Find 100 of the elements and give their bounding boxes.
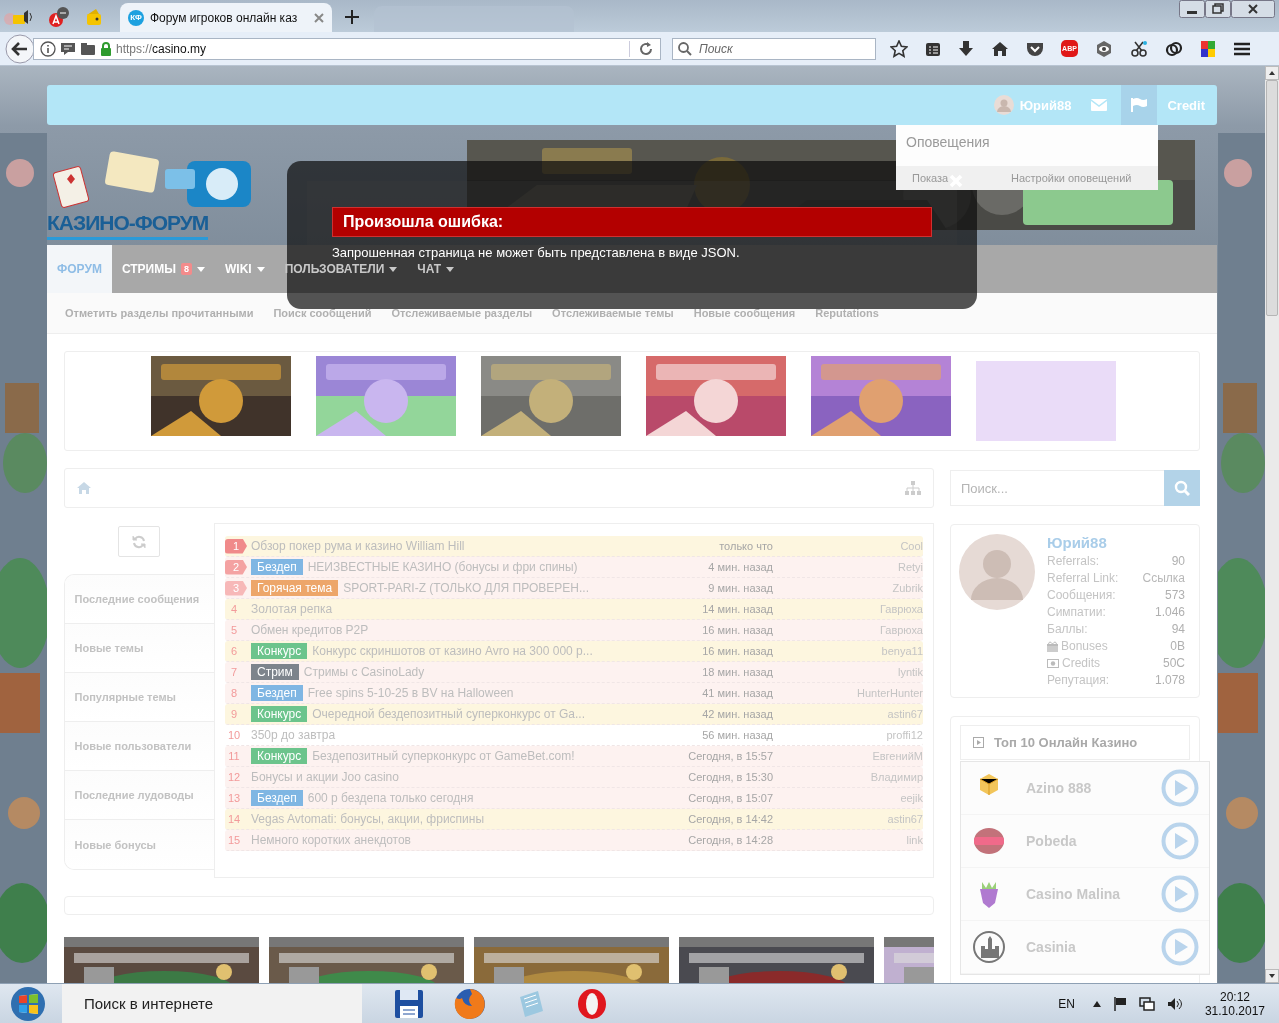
search-field[interactable]: Поиск [672,37,876,60]
author-link[interactable]: Cool [773,540,923,552]
nav-tab[interactable]: ФОРУМ [47,245,112,293]
info-icon[interactable] [40,40,56,57]
topic-title-link[interactable]: Бездепозитный суперконкурс от GameBet.com! [312,749,575,763]
author-link[interactable]: proffi12 [773,729,923,741]
star-icon[interactable] [890,39,908,58]
topic-row[interactable]: 5 Обмен кредитов P2P 16 мин. назад Гаврюха [225,620,923,641]
nav-tab[interactable]: WIKI [215,262,275,276]
author-link[interactable]: astin67 [773,708,923,720]
network-icon[interactable] [1138,996,1155,1011]
topic-title-link[interactable]: 600 р бездепа только сегодня [307,791,474,805]
author-link[interactable]: HunterHunter [773,687,923,699]
scroll-up-icon[interactable] [1265,66,1279,80]
author-link[interactable]: Zubrik [773,582,923,594]
subnav-link[interactable]: Отметить разделы прочитанными [65,307,254,319]
scrollbar[interactable] [1265,66,1279,983]
colored-grid-icon[interactable] [1200,39,1216,58]
flag-icon[interactable] [1112,996,1127,1011]
new-tab-icon[interactable] [344,9,360,25]
topic-row[interactable]: 6 Конкурс Конкурс скриншотов от казино Avro на 300 000 р... 16 мин. назад benya11 [225,641,923,662]
clock[interactable]: 20:12 31.10.2017 [1204,989,1265,1018]
topic-row[interactable]: 15 Немного коротких анекдотов Сегодня, в 14:28 link [225,830,923,851]
author-link[interactable]: Retyi [773,561,923,573]
fox-icon[interactable] [454,987,486,1020]
author-link[interactable]: Гаврюха [773,624,923,636]
letter-a-icon[interactable] [48,6,70,28]
close-icon[interactable] [314,12,324,23]
subnav-link[interactable]: Новые сообщения [693,307,796,319]
browser-tab[interactable]: КФ Форум игроков онлайн каз [120,3,332,32]
author-link[interactable]: ЕвгенийМ [773,750,923,762]
caret-up-icon[interactable] [1092,1000,1101,1007]
scissors-icon[interactable] [1130,39,1148,58]
topic-title-link[interactable]: 350р до завтра [251,728,336,742]
back-icon[interactable] [5,33,35,64]
topic-row[interactable]: 14 Vegas Avtomati: бонусы, акции, фриспины Сегодня, в 14:42 astin67 [225,809,923,830]
scroll-down-icon[interactable] [1265,969,1279,983]
topic-title-link[interactable]: SPORT-PARI-Z (ТОЛЬКО ДЛЯ ПРОВЕРЕН... [343,581,589,595]
author-link[interactable]: link [773,834,923,846]
topic-title-link[interactable]: Немного коротких анекдотов [251,833,411,847]
folder-icon[interactable] [80,41,96,56]
topic-title-link[interactable]: Конкурс скриншотов от казино Avro на 300 000 р... [312,644,593,658]
topic-title-link[interactable]: Золотая репка [251,602,333,616]
topic-title-link[interactable]: Vegas Avtomati: бонусы, акции, фриспины [251,812,485,826]
eye-icon[interactable] [1095,39,1113,58]
address-field[interactable]: https://casino.my [33,37,661,60]
nav-tab[interactable]: СТРИМЫ 8 [111,262,215,276]
topic-row[interactable]: 2 Бездеп НЕИЗВЕСТНЫЕ КАЗИНО (бонусы и фри спины) 4 мин. назад Retyi [225,557,923,578]
topic-row[interactable]: 1 Обзор покер рума и казино William Hill только что Cool [225,536,923,557]
author-link[interactable]: Гаврюха [773,603,923,615]
author-link[interactable]: astin67 [773,813,923,825]
topic-row[interactable]: 9 Конкурс Очередной бездепозитный суперконкурс от Ga... 42 мин. назад astin67 [225,704,923,725]
topic-title-link[interactable]: Обзор покер рума и казино William Hill [251,539,465,553]
pocket-icon[interactable] [1026,40,1044,57]
letter-o-icon[interactable] [576,987,608,1020]
topic-row[interactable]: 3 Горячая тема SPORT-PARI-Z (ТОЛЬКО ДЛЯ ПРОВЕРЕН... 9 мин. назад Zubrik [225,578,923,599]
show-all-link[interactable]: Показа [912,172,1011,184]
prefix-tag[interactable]: Бездеп [251,685,303,701]
topic-row[interactable]: 11 Конкурс Бездепозитный суперконкурс от GameBet.com! Сегодня, в 15:57 ЕвгенийМ [225,746,923,767]
close-icon[interactable] [1231,0,1275,18]
subnav-link[interactable]: Поиск сообщений [273,307,372,319]
site-logo[interactable]: КАЗИНО-ФОРУМ [47,209,209,240]
scroll-thumb[interactable] [1266,80,1278,316]
topic-row[interactable]: 8 Бездеп Free spins 5-10-25 в BV на Halloween 41 мин. назад HunterHunter [225,683,923,704]
prefix-tag[interactable]: Горячая тема [251,580,339,596]
author-link[interactable]: eejik [773,792,923,804]
author-link[interactable]: Владимир [773,771,923,783]
author-link[interactable]: benya11 [773,645,923,657]
language-indicator[interactable]: EN [1058,996,1075,1011]
taskbar-search-field[interactable]: Поиск в интернете [62,983,362,1023]
minimize-icon[interactable] [1179,0,1205,18]
speaker-icon[interactable] [4,7,34,27]
prefix-tag[interactable]: Конкурс [251,706,308,722]
subnav-link[interactable]: Reputations [815,307,879,319]
download-icon[interactable] [958,39,974,58]
chain-icon[interactable] [1165,39,1183,58]
profile-name-link[interactable]: Юрий88 [1047,534,1185,551]
topic-title-link[interactable]: Очередной бездепозитный суперконкурс от Ga... [312,707,586,721]
topic-title-link[interactable]: Бонусы и акции Joo casino [251,770,399,784]
restore-icon[interactable] [1205,0,1231,18]
username-link[interactable]: Юрий88 [1019,97,1072,113]
prefix-tag[interactable]: Бездеп [251,790,303,806]
topic-title-link[interactable]: Free spins 5-10-25 в BV на Halloween [307,686,514,700]
prefix-tag[interactable]: Стрим [251,664,299,680]
subnav-link[interactable]: Отслеживаемые темы [552,307,674,319]
topic-title-link[interactable]: НЕИЗВЕСТНЫЕ КАЗИНО (бонусы и фри спины) [307,560,578,574]
topic-row[interactable]: 4 Золотая репка 14 мин. назад Гаврюха [225,599,923,620]
chat-icon[interactable] [60,41,76,56]
topic-title-link[interactable]: Обмен кредитов P2P [251,623,369,637]
menu-icon[interactable] [1233,40,1251,57]
subnav-link[interactable]: Отслеживаемые разделы [391,307,533,319]
volume-icon[interactable] [1166,996,1183,1011]
topic-row[interactable]: 12 Бонусы и акции Joo casino Сегодня, в 15:30 Владимир [225,767,923,788]
prefix-tag[interactable]: Конкурс [251,748,308,764]
topic-row[interactable]: 13 Бездеп 600 р бездепа только сегодня Сегодня, в 15:07 eejik [225,788,923,809]
topic-title-link[interactable]: Стримы с CasinoLady [303,665,425,679]
reading-list-icon[interactable] [925,40,941,57]
nav-tab[interactable]: ЧАТ [407,262,465,276]
referral-link[interactable]: Ссылка [1142,570,1185,587]
prefix-tag[interactable]: Конкурс [251,643,308,659]
